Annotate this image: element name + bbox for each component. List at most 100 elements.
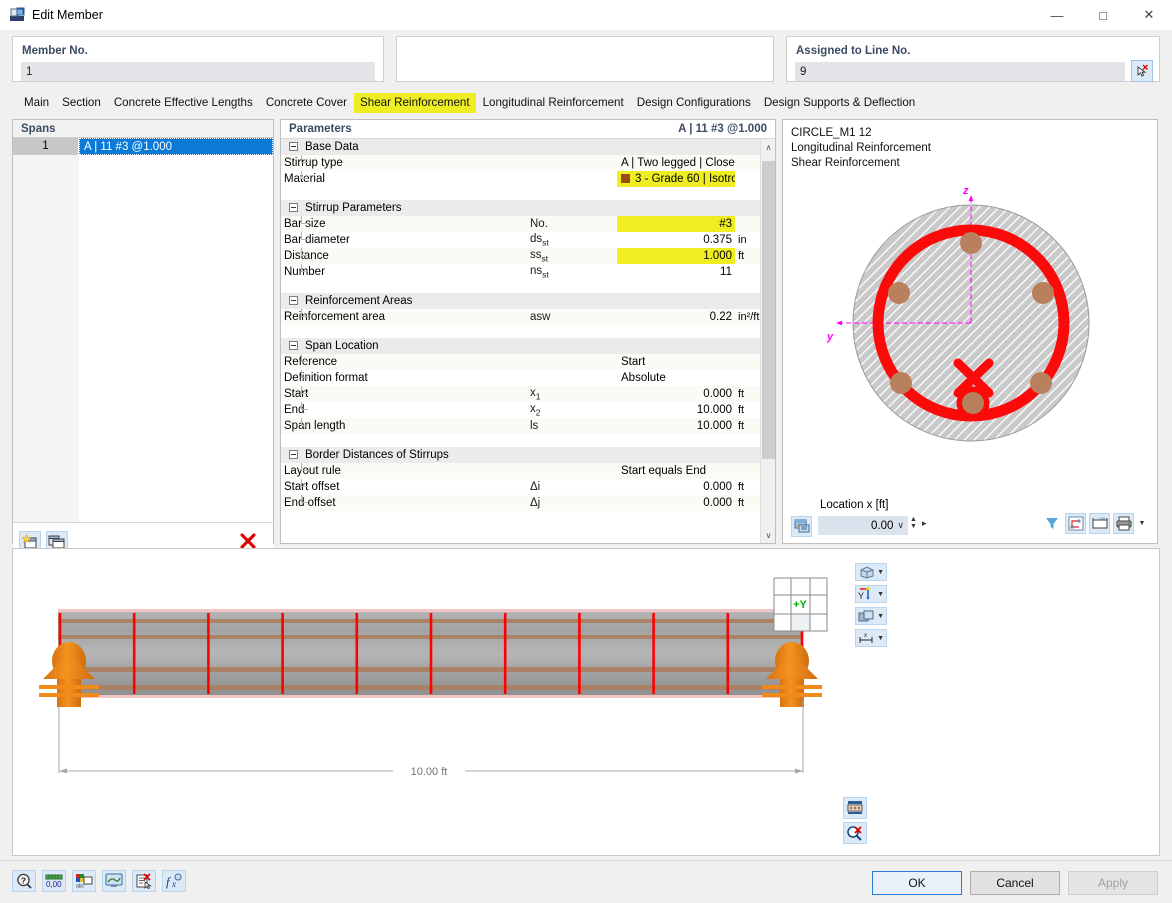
parameter-row[interactable]: Number nsst 11 <box>281 264 765 280</box>
location-x-field[interactable]: 0.00 ∨ <box>818 516 908 535</box>
preview-section-name: CIRCLE_M1 12 <box>791 127 872 139</box>
tab-design-supports-deflection[interactable]: Design Supports & Deflection <box>758 93 921 113</box>
formula-icon[interactable]: f x <box>162 870 186 892</box>
parameter-value[interactable]: 0.375 <box>617 232 735 248</box>
tab-main[interactable]: Main <box>18 93 55 113</box>
tab-concrete-cover[interactable]: Concrete Cover <box>260 93 353 113</box>
parameter-value[interactable]: Start <box>617 354 735 370</box>
collapse-icon[interactable] <box>289 203 298 213</box>
step-forward-icon[interactable]: ▸ <box>922 518 927 529</box>
scroll-down-icon[interactable]: ∨ <box>761 527 776 543</box>
assigned-line-input[interactable]: 9 <box>795 62 1125 81</box>
parameter-row[interactable]: End offset Δj 0.000 ft <box>281 495 765 511</box>
scrollbar-thumb[interactable] <box>762 161 775 459</box>
tab-shear-reinforcement[interactable]: Shear Reinforcement <box>354 93 476 113</box>
chevron-down-icon[interactable]: ▼ <box>877 591 884 598</box>
parameter-value[interactable]: 0.000 <box>617 479 735 495</box>
parameter-row[interactable]: Bar diameter dsst 0.375 in <box>281 232 765 248</box>
axis-orientation-tool[interactable]: Y ▼ <box>855 585 887 603</box>
collapse-icon[interactable] <box>289 296 298 306</box>
maximize-button[interactable]: □ <box>1080 0 1126 30</box>
location-spinner[interactable]: ▲ ▼ ▸ <box>910 516 926 530</box>
view-cube-tool[interactable]: ▼ <box>855 563 887 581</box>
parameter-value[interactable]: 0.000 <box>617 495 735 511</box>
close-button[interactable]: ✕ <box>1126 0 1172 30</box>
parameter-row[interactable]: Reinforcement area asw 0.22 in²/ft <box>281 309 765 325</box>
parameter-row[interactable]: Definition format Absolute <box>281 370 765 386</box>
parameter-value[interactable]: 0.22 <box>617 309 735 325</box>
tab-design-configurations[interactable]: Design Configurations <box>631 93 757 113</box>
chevron-down-icon[interactable]: ▼ <box>877 613 884 620</box>
parameter-value[interactable]: 10.000 <box>617 402 735 418</box>
parameter-value[interactable]: A | Two legged | Closed | ... <box>617 155 735 171</box>
display-properties-icon[interactable]: abc <box>72 870 96 892</box>
collapse-icon[interactable] <box>289 341 298 351</box>
dimension-tool[interactable]: x ▼ <box>855 629 887 647</box>
minimize-button[interactable]: — <box>1034 0 1080 30</box>
parameter-row[interactable]: Start x1 0.000 ft <box>281 386 765 402</box>
graphic-icon[interactable] <box>102 870 126 892</box>
chevron-down-icon[interactable]: ∨ <box>897 520 908 531</box>
parameter-row[interactable]: Span length ls 10.000 ft <box>281 418 765 434</box>
window-controls: — □ ✕ <box>1034 0 1172 30</box>
collapse-icon[interactable] <box>289 142 298 152</box>
main-content: Spans 1 A | 11 #3 @1.000 Parameters A | … <box>0 114 1172 559</box>
dimensions-icon[interactable] <box>1065 513 1086 534</box>
section-view-icon[interactable] <box>843 797 867 819</box>
filter-icon[interactable] <box>1041 513 1062 534</box>
beam-3d-view[interactable]: 10.00 ft +Y ▼ Y ▼ ▼ x ▼ <box>12 548 1160 856</box>
parameter-row[interactable]: Reference Start <box>281 354 765 370</box>
parameter-row[interactable]: Layout rule Start equals End <box>281 463 765 479</box>
select-line-icon[interactable] <box>1131 60 1153 82</box>
group-spacer <box>281 511 765 524</box>
parameter-value[interactable]: 3 - Grade 60 | Isotropic... <box>617 171 735 187</box>
parameter-row[interactable]: Bar size No. #3 <box>281 216 765 232</box>
tab-longitudinal-reinforcement[interactable]: Longitudinal Reinforcement <box>477 93 630 113</box>
parameters-subtitle: A | 11 #3 @1.000 <box>678 123 767 135</box>
parameter-row[interactable]: End x2 10.000 ft <box>281 402 765 418</box>
units-icon[interactable]: 0,00 <box>42 870 66 892</box>
parameter-group-header[interactable]: Border Distances of Stirrups <box>281 447 765 463</box>
parameter-row[interactable]: Distance ssst 1.000 ft <box>281 248 765 264</box>
chevron-down-icon[interactable]: ▼ <box>877 635 884 642</box>
parameter-label: Bar size <box>281 216 527 232</box>
parameter-value[interactable]: 10.000 <box>617 418 735 434</box>
parameters-scrollbar[interactable]: ∧ ∨ <box>760 139 775 543</box>
spinner-arrows[interactable]: ▲ ▼ <box>910 516 917 530</box>
parameter-group-header[interactable]: Reinforcement Areas <box>281 293 765 309</box>
chevron-down-icon[interactable]: ▼ <box>877 569 884 576</box>
comment-icon[interactable] <box>132 870 156 892</box>
parameter-symbol: Δj <box>527 495 617 511</box>
parameter-row[interactable]: Start offset Δi 0.000 ft <box>281 479 765 495</box>
tab-concrete-effective-lengths[interactable]: Concrete Effective Lengths <box>108 93 259 113</box>
parameter-group-header[interactable]: Stirrup Parameters <box>281 200 765 216</box>
render-style-tool[interactable]: ▼ <box>855 607 887 625</box>
cross-section-diagram[interactable]: z y <box>783 175 1157 495</box>
member-no-input[interactable]: 1 <box>21 62 375 81</box>
parameters-table: Base Data Stirrup type A | Two legged | Cl… <box>281 139 765 524</box>
print-caret-icon[interactable]: ▼ <box>1137 513 1147 534</box>
parameter-group-header[interactable]: Base Data <box>281 139 765 155</box>
print-icon[interactable] <box>1113 513 1134 534</box>
parameter-value[interactable]: 1.000 <box>617 248 735 264</box>
zoom-reset-icon[interactable] <box>843 822 867 844</box>
parameter-group-header[interactable]: Span Location <box>281 338 765 354</box>
cancel-button[interactable]: Cancel <box>970 871 1060 895</box>
ok-button[interactable]: OK <box>872 871 962 895</box>
scroll-up-icon[interactable]: ∧ <box>761 139 776 155</box>
span-value[interactable]: A | 11 #3 @1.000 <box>79 138 273 155</box>
collapse-icon[interactable] <box>289 450 298 460</box>
parameter-value[interactable]: Start equals End <box>617 463 735 479</box>
parameter-value[interactable]: 0.000 <box>617 386 735 402</box>
parameter-value[interactable]: Absolute <box>617 370 735 386</box>
parameter-row[interactable]: Material 3 - Grade 60 | Isotropic... <box>281 171 765 187</box>
view-cube[interactable]: +Y <box>773 577 828 632</box>
span-row[interactable]: 1 A | 11 #3 @1.000 <box>13 138 273 155</box>
parameter-row[interactable]: Stirrup type A | Two legged | Closed | ..… <box>281 155 765 171</box>
help-icon[interactable]: ? <box>12 870 36 892</box>
parameter-value[interactable]: #3 <box>617 216 735 232</box>
scale-icon[interactable]: 100 <box>1089 513 1110 534</box>
parameter-value[interactable]: 11 <box>617 264 735 280</box>
render-mode-icon[interactable] <box>791 516 812 537</box>
tab-section[interactable]: Section <box>56 93 107 113</box>
